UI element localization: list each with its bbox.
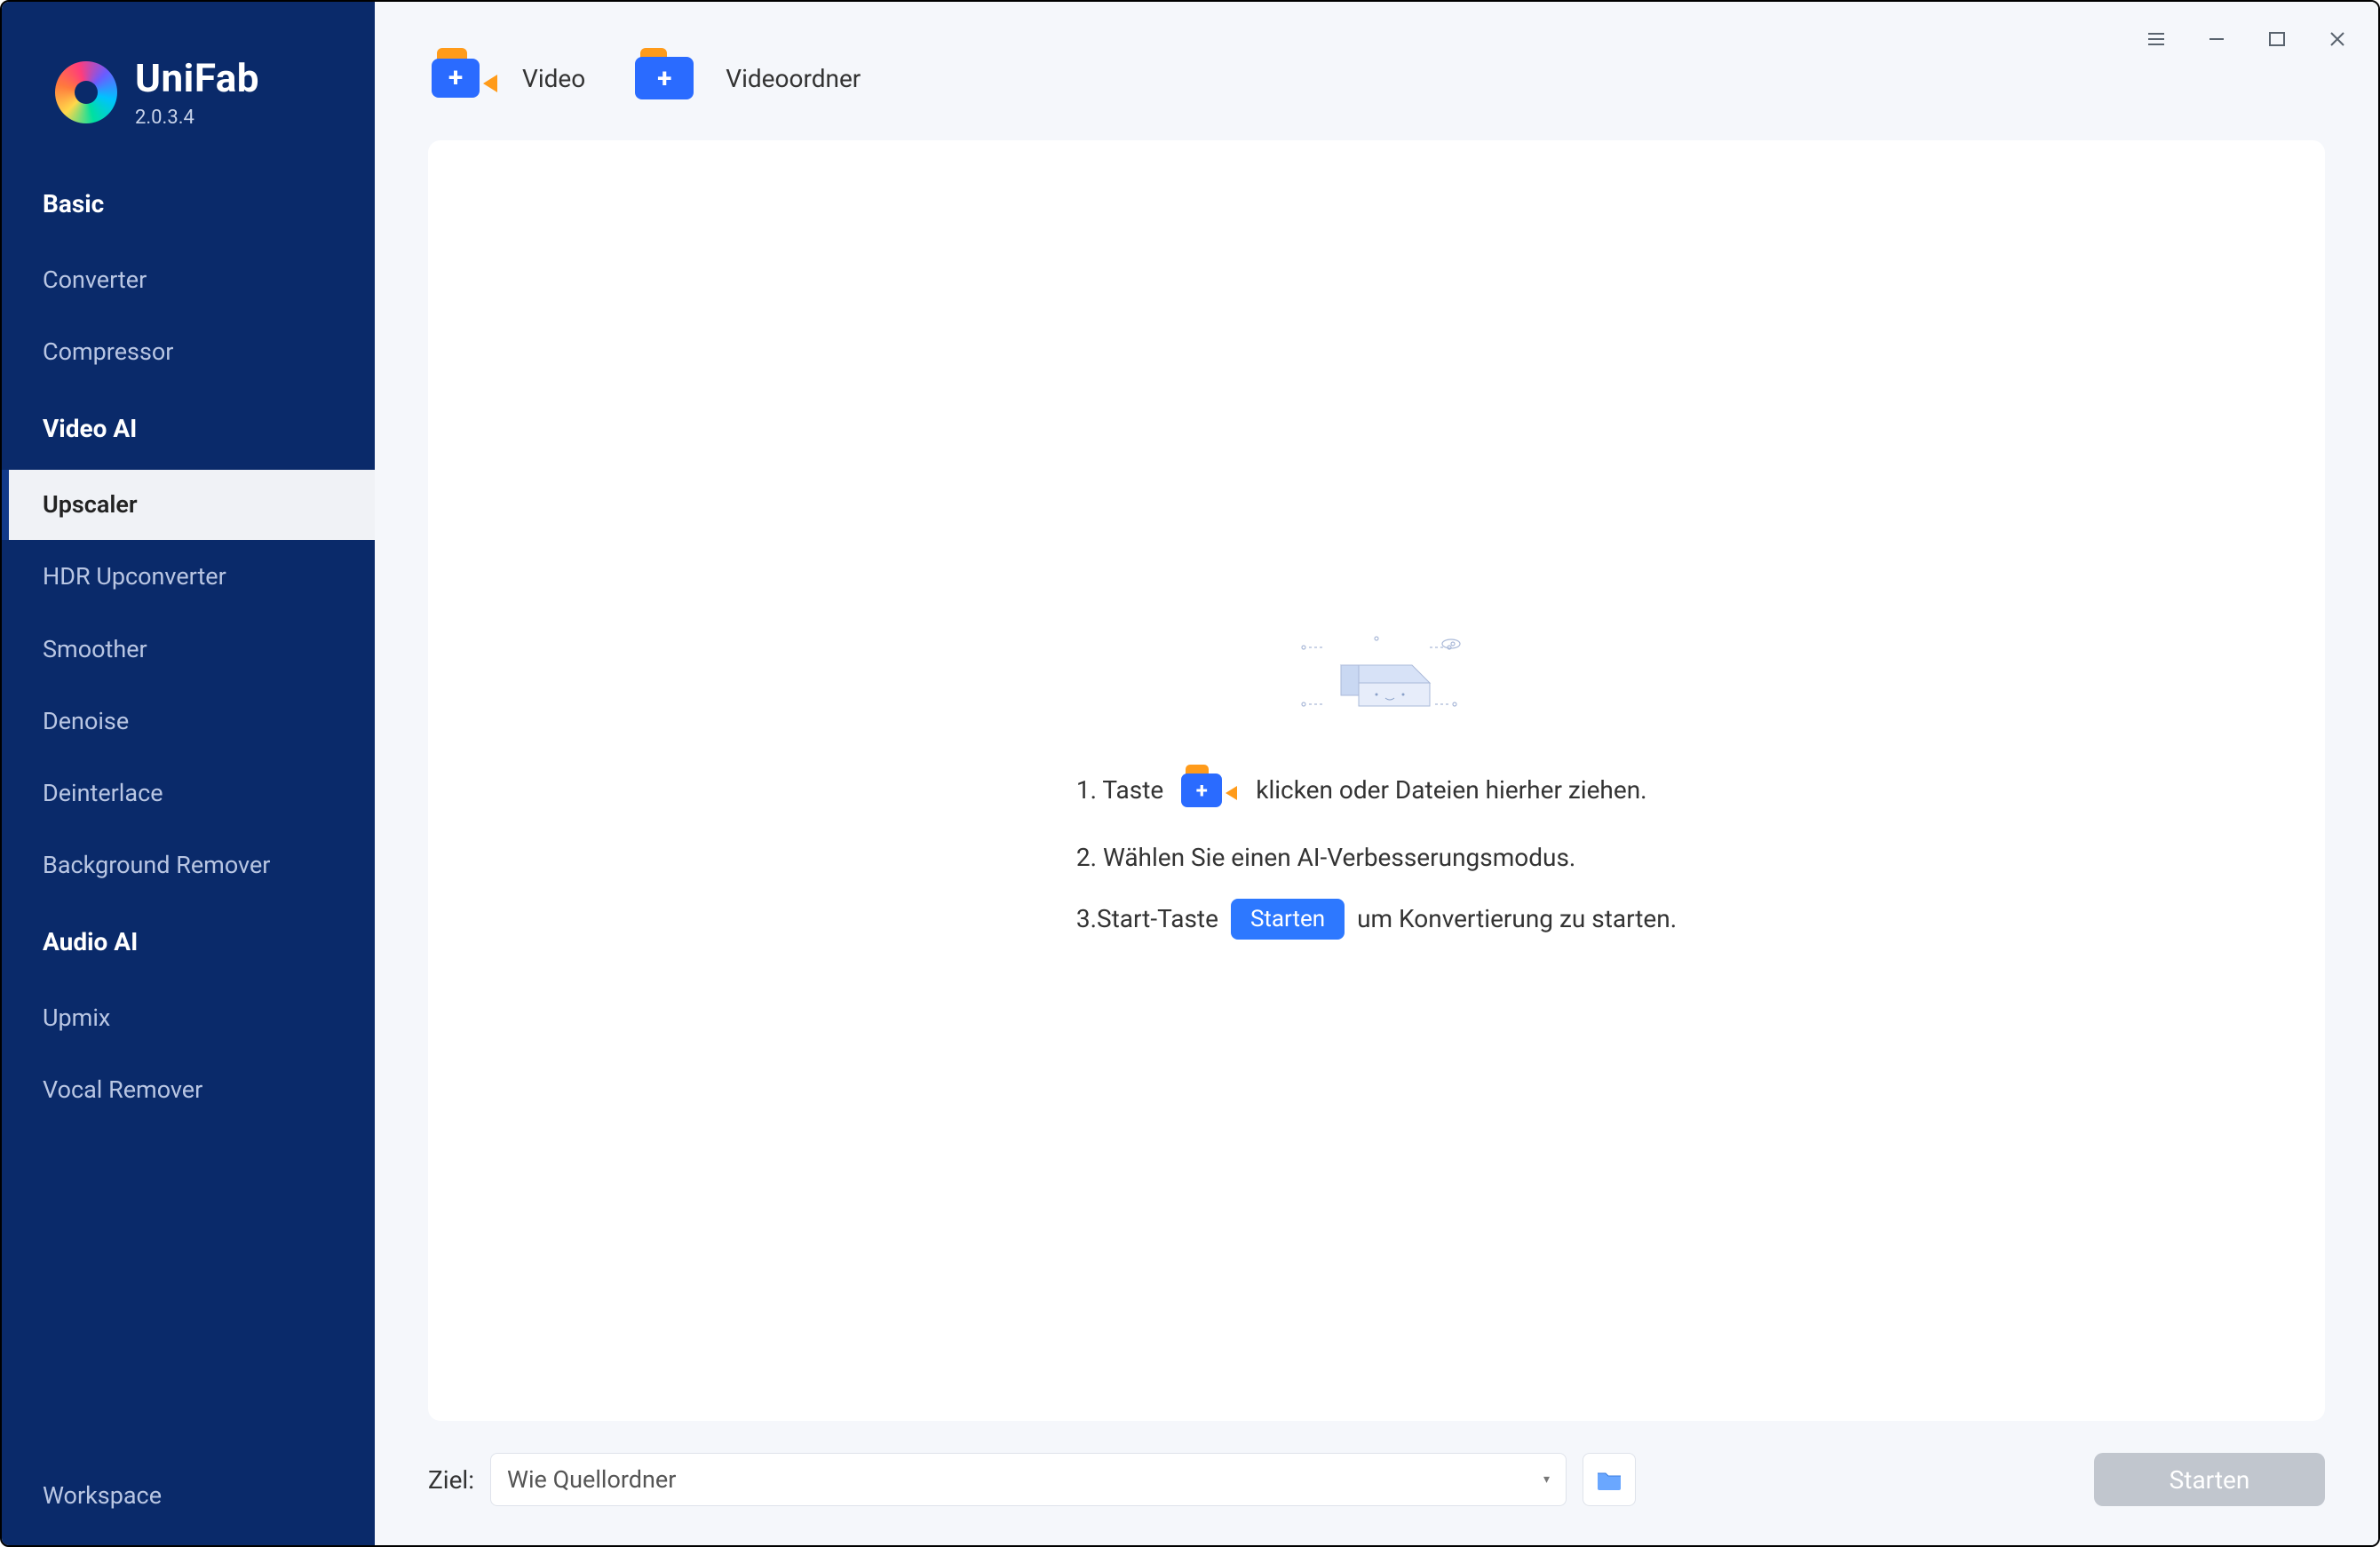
step-1-suffix: klicken oder Dateien hierher ziehen. [1256,775,1646,805]
start-button-label: Starten [2170,1465,2250,1495]
nav-item-compressor[interactable]: Compressor [2,317,375,387]
brand: UniFab 2.0.3.4 [2,2,375,164]
destination-select[interactable]: Wie Quellordner ▾ [490,1453,1567,1506]
step-3-prefix: 3.Start-Taste [1076,904,1218,933]
menu-icon[interactable] [2142,25,2170,53]
main: + Video + Videoordner [375,2,2378,1545]
maximize-icon[interactable] [2263,25,2291,53]
nav-item-upscaler[interactable]: Upscaler [2,470,375,540]
add-folder-label: Videoordner [726,64,861,93]
browse-folder-button[interactable] [1583,1453,1636,1506]
minimize-icon[interactable] [2202,25,2231,53]
add-folder-icon: + [635,48,702,108]
nav-section-basic: Basic [2,164,375,243]
app-window: UniFab 2.0.3.4 Basic Converter Compresso… [0,0,2380,1547]
nav-section-audio-ai: Audio AI [2,902,375,981]
step-2-text: 2. Wählen Sie einen AI-Verbesserungsmodu… [1076,843,1575,872]
nav-item-converter[interactable]: Converter [2,245,375,315]
add-folder-button[interactable]: + Videoordner [635,48,861,108]
nav-item-denoise[interactable]: Denoise [2,686,375,757]
brand-version: 2.0.3.4 [135,107,259,129]
add-video-button[interactable]: + Video [432,48,585,108]
sidebar: UniFab 2.0.3.4 Basic Converter Compresso… [2,2,375,1545]
chevron-down-icon: ▾ [1543,1472,1550,1487]
step-3: 3.Start-Taste Starten um Konvertierung z… [1076,899,1677,940]
nav: Basic Converter Compressor Video AI Upsc… [2,164,375,1125]
add-video-icon: + [432,48,499,108]
close-icon[interactable] [2323,25,2352,53]
nav-item-vocal-remover[interactable]: Vocal Remover [2,1055,375,1125]
brand-name: UniFab [135,55,259,101]
step-1-prefix: 1. Taste [1076,775,1163,805]
nav-item-deinterlace[interactable]: Deinterlace [2,758,375,829]
nav-section-video-ai: Video AI [2,389,375,468]
topbar: + Video + Videoordner [375,2,2378,140]
drop-zone[interactable]: 1. Taste + klicken oder Dateien hierher … [428,140,2325,1421]
add-video-label: Video [522,64,585,93]
step-2: 2. Wählen Sie einen AI-Verbesserungsmodu… [1076,843,1677,872]
drop-illustration-icon [1261,623,1492,729]
start-button[interactable]: Starten [2094,1453,2325,1506]
nav-item-background-remover[interactable]: Background Remover [2,830,375,900]
window-controls [2142,25,2352,53]
nav-item-smoother[interactable]: Smoother [2,615,375,685]
brand-logo-icon [55,61,117,123]
nav-item-hdr-upconverter[interactable]: HDR Upconverter [2,542,375,612]
destination-label: Ziel: [428,1465,474,1495]
bottombar: Ziel: Wie Quellordner ▾ Starten [375,1453,2378,1545]
start-chip: Starten [1231,899,1345,940]
step-3-suffix: um Konvertierung zu starten. [1357,904,1677,933]
nav-item-workspace[interactable]: Workspace [2,1464,375,1527]
steps: 1. Taste + klicken oder Dateien hierher … [1076,765,1677,940]
add-video-inline-icon: + [1181,765,1238,816]
folder-icon [1596,1468,1622,1491]
destination-value: Wie Quellordner [507,1465,676,1494]
step-1: 1. Taste + klicken oder Dateien hierher … [1076,765,1677,816]
nav-item-upmix[interactable]: Upmix [2,983,375,1053]
